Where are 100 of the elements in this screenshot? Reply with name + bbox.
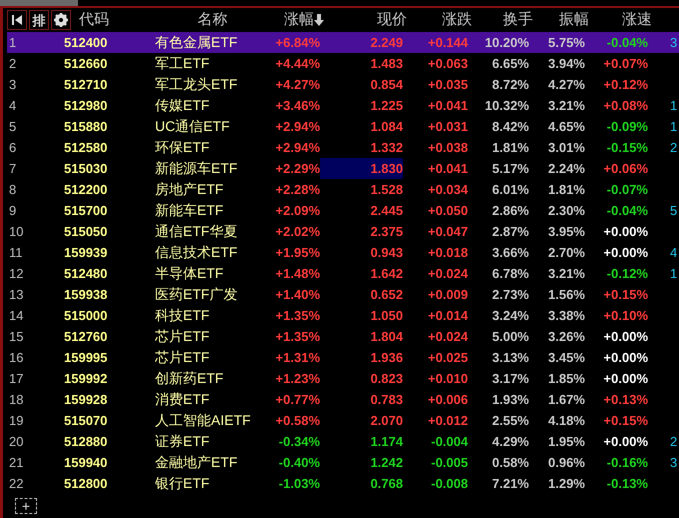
table-cell-text: -0.07% — [606, 180, 648, 199]
table-cell-text: 6.01% — [491, 180, 529, 199]
table-cell-text: +0.00% — [602, 328, 648, 346]
table-cell-text: 1.050 — [369, 306, 403, 325]
table-row[interactable]: 6 512580 环保ETF +2.94% 1.332 +0.038 1.81% 3.01% -0.15% 2 — [7, 137, 679, 158]
table-cell-text: 0.58% — [491, 454, 529, 472]
table-cell-text: 0.96% — [547, 454, 585, 472]
table-cell-text: -0.16% — [606, 454, 648, 472]
table-cell-text: 2.70% — [547, 244, 585, 262]
table-row[interactable]: 10 515050 通信ETF华夏 +2.02% 2.375 +0.047 2.87% 3.95% +0.00% — [7, 221, 679, 242]
table-row[interactable]: 12 512480 半导体ETF +1.48% 1.642 +0.024 6.78% 3.21% -0.12% 1 — [7, 263, 679, 284]
table-cell-text: 2 — [669, 138, 678, 157]
table-cell-text: 3.66% — [491, 244, 529, 262]
row-number: 7 — [8, 160, 18, 178]
column-header[interactable]: 涨跌 — [442, 8, 472, 32]
table-cell-text: 3.01% — [547, 138, 585, 157]
table-cell-text: 1.804 — [369, 328, 403, 346]
table-row[interactable]: 11 159939 信息技术ETF +1.95% 0.943 +0.018 3.66% 2.70% +0.00% 4 — [7, 242, 679, 263]
table-row[interactable]: 4 512980 传媒ETF +3.46% 1.225 +0.041 10.32% 3.21% +0.08% 1 — [7, 95, 679, 116]
table-row[interactable]: 17 159992 创新药ETF +1.23% 0.823 +0.010 3.17% 1.85% +0.00% — [7, 368, 679, 389]
table-row[interactable]: 22 512800 银行ETF -1.03% 0.768 -0.008 7.21% 1.29% -0.13% — [7, 473, 679, 494]
table-cell-text: +0.041 — [426, 160, 468, 178]
table-row[interactable]: 2 512660 军工ETF +4.44% 1.483 +0.063 6.65% 3.94% +0.07% — [7, 53, 679, 74]
table-cell-text: 512400 — [63, 34, 108, 52]
table-cell-text: 2.30% — [547, 202, 585, 220]
table-cell-text: 515880 — [63, 118, 108, 136]
table-cell-text: 512800 — [63, 474, 108, 493]
add-button[interactable]: + — [15, 498, 37, 514]
table-row[interactable]: 18 159928 消费ETF +0.77% 0.783 +0.006 1.93% 1.67% +0.13% — [7, 389, 679, 410]
table-cell-text: +0.034 — [426, 180, 468, 199]
table-cell-text: +0.77% — [274, 390, 320, 409]
table-cell-text: +2.29% — [274, 160, 320, 178]
table-row[interactable]: 16 159995 芯片ETF +1.31% 1.936 +0.025 3.13% 3.45% +0.00% — [7, 347, 679, 368]
table-cell-text: 有色金属ETF — [155, 33, 238, 52]
table-cell-text: 1.225 — [369, 96, 403, 115]
row-number: 10 — [8, 222, 24, 241]
table-row[interactable]: 5 515880 UC通信ETF +2.94% 1.084 +0.031 8.42% 4.65% -0.09% 1 — [7, 116, 679, 137]
table-cell-text: +0.58% — [274, 412, 320, 430]
table-row[interactable]: 7 515030 新能源车ETF +2.29% 1.830 +0.041 5.17% 2.24% +0.06% — [7, 158, 679, 179]
table-cell-text: +0.00% — [602, 222, 648, 241]
table-cell-text: +0.15% — [602, 412, 648, 430]
table-row[interactable]: 15 512760 芯片ETF +1.35% 1.804 +0.024 5.00% 3.26% +0.00% — [7, 326, 679, 347]
table-cell-text: 4.65% — [547, 118, 585, 136]
table-row[interactable]: 1 512400 有色金属ETF +6.84% 2.249 +0.144 10.20% 5.75% -0.04% 3 — [7, 32, 679, 53]
table-cell-text: -0.40% — [278, 454, 320, 472]
table-cell-text: 0.854 — [369, 76, 403, 94]
table-row[interactable]: 19 515070 人工智能AIETF +0.58% 2.070 +0.012 2.55% 4.18% +0.15% — [7, 410, 679, 431]
table-cell-text: 515070 — [63, 412, 108, 430]
table-cell-text: 科技ETF — [155, 306, 210, 325]
sort-button[interactable]: 排 — [29, 10, 49, 30]
table-row[interactable]: 20 512880 证券ETF -0.34% 1.174 -0.004 4.29% 1.95% +0.00% 2 — [7, 431, 679, 452]
table-row[interactable]: 13 159938 医药ETF广发 +1.40% 0.652 +0.009 2.73% 1.56% +0.15% — [7, 284, 679, 305]
column-header[interactable]: 名称 — [198, 8, 228, 32]
table-cell-text: 3 — [669, 454, 678, 472]
table-row[interactable]: 8 512200 房地产ETF +2.28% 1.528 +0.034 6.01% 1.81% -0.07% — [7, 179, 679, 200]
column-header[interactable]: 振幅 — [559, 8, 589, 32]
table-cell-text: +0.00% — [602, 370, 648, 388]
table-cell-text: -0.12% — [606, 264, 648, 283]
table-cell-text: +1.35% — [274, 328, 320, 346]
table-cell-text: 1.528 — [369, 180, 403, 199]
table-row[interactable]: 21 159940 金融地产ETF -0.40% 1.242 -0.005 0.58% 0.96% -0.16% 3 — [7, 452, 679, 473]
table-cell-text: 1.56% — [547, 286, 585, 304]
table-cell-text: +0.063 — [426, 54, 468, 73]
table-row[interactable]: 3 512710 军工龙头ETF +4.27% 0.854 +0.035 8.72% 4.27% +0.12% — [7, 74, 679, 95]
table-row[interactable]: 9 515700 新能车ETF +2.09% 2.445 +0.050 2.86% 2.30% -0.04% 5 — [7, 200, 679, 221]
table-cell-text: +6.84% — [274, 34, 320, 52]
row-number: 3 — [8, 76, 18, 94]
table-cell-text: 3.94% — [547, 54, 585, 73]
column-header[interactable]: 换手 — [503, 8, 533, 32]
table-cell-text: 159939 — [63, 244, 108, 262]
table-cell-text: 3.21% — [547, 264, 585, 283]
table-cell-text: 芯片ETF — [155, 327, 210, 346]
table-cell-text: 1.85% — [547, 370, 585, 388]
table-cell-text: 证券ETF — [155, 432, 210, 451]
table-cell: 1.830 — [320, 158, 403, 179]
table-cell-text: 信息技术ETF — [155, 243, 238, 262]
first-page-button[interactable] — [7, 10, 27, 30]
row-number: 20 — [8, 432, 24, 451]
column-header[interactable]: 代码 — [79, 8, 109, 32]
table-cell-text: +0.035 — [426, 76, 468, 94]
table-cell-text: +2.09% — [274, 202, 320, 220]
settings-button[interactable] — [51, 10, 71, 30]
row-number: 2 — [8, 54, 18, 73]
table-cell-text: 1.936 — [369, 348, 403, 367]
table-cell-text: +2.02% — [274, 222, 320, 241]
column-header[interactable]: 涨速 — [622, 8, 652, 32]
table-cell-text: 515000 — [63, 306, 108, 325]
table-cell-text: 2.55% — [491, 412, 529, 430]
table-cell-text: 5.17% — [491, 160, 529, 178]
table-cell-text: +2.94% — [274, 138, 320, 157]
table-cell-text: 10.20% — [484, 34, 529, 52]
column-header[interactable]: 涨幅 — [284, 8, 324, 32]
table-cell-text: 8.72% — [491, 76, 529, 94]
table-cell-text: 银行ETF — [155, 474, 210, 493]
row-number: 5 — [8, 118, 18, 136]
table-row[interactable]: 14 515000 科技ETF +1.35% 1.050 +0.014 3.24% 3.38% +0.10% — [7, 305, 679, 326]
table-cell-text: +0.06% — [602, 160, 648, 178]
table-cell-text: 512710 — [63, 76, 108, 94]
table-cell-text: -0.15% — [606, 138, 648, 157]
column-header[interactable]: 现价 — [377, 8, 407, 32]
